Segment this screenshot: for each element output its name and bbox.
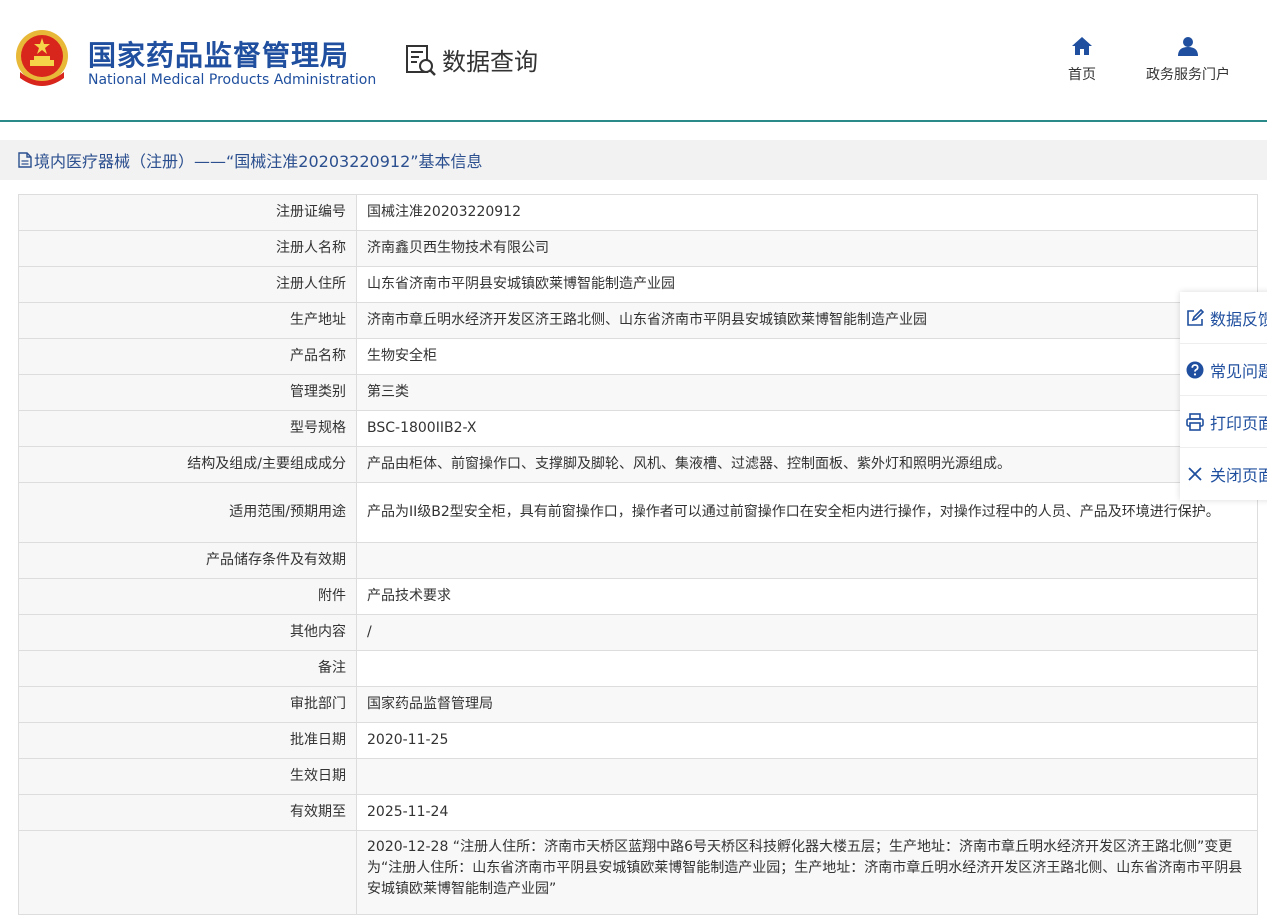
registration-info-table: 注册证编号 国械注准20203220912 注册人名称 济南鑫贝西生物技术有限公司 … — [18, 194, 1258, 915]
faq-button[interactable]: 常见问题 — [1180, 344, 1267, 396]
row-value: 济南市章丘明水经济开发区济王路北侧、山东省济南市平阴县安城镇欧莱博智能制造产业园 — [356, 302, 1258, 339]
national-emblem-icon — [16, 30, 68, 86]
row-key: 注册证编号 — [18, 194, 357, 231]
header-divider — [0, 120, 1267, 122]
row-key: 注册人名称 — [18, 230, 357, 267]
row-value — [356, 758, 1258, 795]
search-document-icon — [406, 44, 436, 76]
row-value: 第三类 — [356, 374, 1258, 411]
data-feedback-button[interactable]: 数据反馈 — [1180, 292, 1267, 344]
row-value: 2020-12-28 “注册人住所：济南市天桥区蓝翔中路6号天桥区科技孵化器大楼… — [356, 830, 1258, 915]
edit-icon — [1187, 308, 1204, 326]
table-row: 批准日期 2020-11-25 — [18, 722, 1258, 759]
row-key: 产品名称 — [18, 338, 357, 375]
table-row: 有效期至 2025-11-24 — [18, 794, 1258, 831]
query-title-text: 数据查询 — [442, 48, 538, 76]
row-value: 2025-11-24 — [356, 794, 1258, 831]
table-row: 其他内容 / — [18, 614, 1258, 651]
faq-label: 常见问题 — [1210, 361, 1267, 381]
row-value: BSC-1800IIB2-X — [356, 410, 1258, 447]
row-key: 结构及组成/主要组成成分 — [18, 446, 357, 483]
user-icon — [1178, 37, 1198, 56]
print-page-button[interactable]: 打印页面 — [1180, 396, 1267, 448]
table-row: 备注 — [18, 650, 1258, 687]
table-row: 审批部门 国家药品监督管理局 — [18, 686, 1258, 723]
nav-home[interactable]: 首页 — [1064, 36, 1100, 84]
print-page-label: 打印页面 — [1210, 413, 1267, 433]
row-key: 备注 — [18, 650, 357, 687]
row-key: 型号规格 — [18, 410, 357, 447]
row-key: 其他内容 — [18, 614, 357, 651]
row-key: 有效期至 — [18, 794, 357, 831]
nav-gov-portal[interactable]: 政务服务门户 — [1140, 36, 1236, 84]
close-icon — [1188, 467, 1202, 481]
table-row: 管理类别 第三类 — [18, 374, 1258, 411]
table-row: 产品名称 生物安全柜 — [18, 338, 1258, 375]
breadcrumb-text: 境内医疗器械（注册）——“国械注准20203220912”基本信息 — [34, 152, 483, 171]
table-row: 注册证编号 国械注准20203220912 — [18, 194, 1258, 231]
org-name-en: National Medical Products Administration — [88, 72, 377, 88]
row-key — [18, 830, 357, 915]
side-toolbar: 数据反馈 常见问题 打印页面 关闭页面 — [1180, 292, 1267, 500]
row-value — [356, 650, 1258, 687]
row-value: 产品由柜体、前窗操作口、支撑脚及脚轮、风机、集液槽、过滤器、控制面板、紫外灯和照… — [356, 446, 1258, 483]
document-icon — [18, 152, 32, 168]
table-row: 生产地址 济南市章丘明水经济开发区济王路北侧、山东省济南市平阴县安城镇欧莱博智能制… — [18, 302, 1258, 339]
data-feedback-label: 数据反馈 — [1210, 309, 1267, 329]
table-row: 产品储存条件及有效期 — [18, 542, 1258, 579]
breadcrumb: 境内医疗器械（注册）——“国械注准20203220912”基本信息 — [0, 140, 1267, 180]
row-key: 适用范围/预期用途 — [18, 482, 357, 543]
print-icon — [1186, 412, 1204, 431]
row-key: 生效日期 — [18, 758, 357, 795]
row-value: 生物安全柜 — [356, 338, 1258, 375]
row-value: 产品为II级B2型安全柜，具有前窗操作口，操作者可以通过前窗操作口在安全柜内进行… — [356, 482, 1258, 543]
row-value — [356, 542, 1258, 579]
row-value: 国家药品监督管理局 — [356, 686, 1258, 723]
table-row: 适用范围/预期用途 产品为II级B2型安全柜，具有前窗操作口，操作者可以通过前窗操… — [18, 482, 1258, 543]
row-value: 2020-11-25 — [356, 722, 1258, 759]
row-key: 产品储存条件及有效期 — [18, 542, 357, 579]
row-key: 生产地址 — [18, 302, 357, 339]
close-page-button[interactable]: 关闭页面 — [1180, 448, 1267, 500]
home-icon — [1072, 37, 1092, 55]
close-page-label: 关闭页面 — [1210, 466, 1267, 485]
table-row: 2020-12-28 “注册人住所：济南市天桥区蓝翔中路6号天桥区科技孵化器大楼… — [18, 830, 1258, 915]
table-row: 注册人名称 济南鑫贝西生物技术有限公司 — [18, 230, 1258, 267]
table-row: 注册人住所 山东省济南市平阴县安城镇欧莱博智能制造产业园 — [18, 266, 1258, 303]
row-value: / — [356, 614, 1258, 651]
table-row: 型号规格 BSC-1800IIB2-X — [18, 410, 1258, 447]
table-row: 生效日期 — [18, 758, 1258, 795]
row-value: 山东省济南市平阴县安城镇欧莱博智能制造产业园 — [356, 266, 1258, 303]
nav-home-label: 首页 — [1068, 67, 1096, 83]
row-key: 附件 — [18, 578, 357, 615]
row-key: 批准日期 — [18, 722, 357, 759]
org-name-cn: 国家药品监督管理局 — [88, 39, 350, 72]
row-key: 注册人住所 — [18, 266, 357, 303]
question-icon — [1186, 361, 1204, 378]
nav-portal-label: 政务服务门户 — [1146, 67, 1230, 83]
table-row: 附件 产品技术要求 — [18, 578, 1258, 615]
row-value: 济南鑫贝西生物技术有限公司 — [356, 230, 1258, 267]
table-row: 结构及组成/主要组成成分 产品由柜体、前窗操作口、支撑脚及脚轮、风机、集液槽、过滤… — [18, 446, 1258, 483]
data-query-title: 数据查询 — [404, 42, 538, 77]
site-header: 国家药品监督管理局 National Medical Products Admi… — [0, 0, 1267, 120]
row-value: 国械注准20203220912 — [356, 194, 1258, 231]
row-key: 审批部门 — [18, 686, 357, 723]
row-value: 产品技术要求 — [356, 578, 1258, 615]
row-key: 管理类别 — [18, 374, 357, 411]
